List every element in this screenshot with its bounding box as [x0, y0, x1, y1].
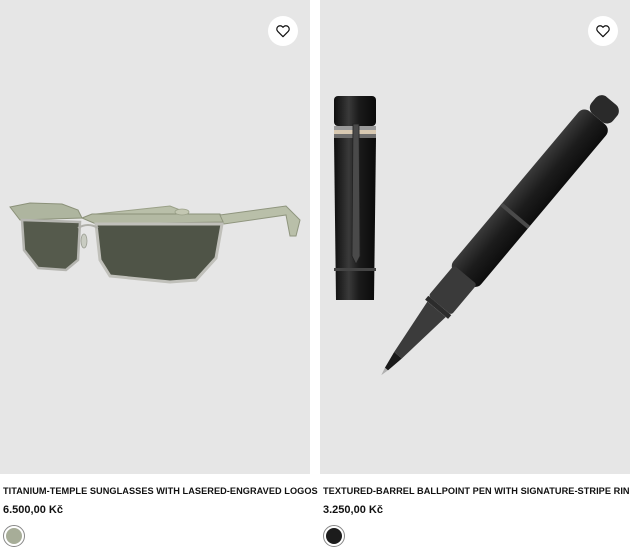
product-image-area[interactable]	[0, 0, 310, 474]
heart-icon	[596, 25, 610, 38]
product-price: 6.500,00 Kč	[3, 504, 63, 516]
product-image-area[interactable]	[320, 0, 630, 474]
product-grid: TITANIUM-TEMPLE SUNGLASSES WITH LASERED-…	[0, 0, 630, 560]
favorite-button[interactable]	[268, 16, 298, 46]
product-title[interactable]: TEXTURED-BARREL BALLPOINT PEN WITH SIGNA…	[323, 486, 630, 496]
heart-icon	[276, 25, 290, 38]
product-card[interactable]: TITANIUM-TEMPLE SUNGLASSES WITH LASERED-…	[0, 0, 318, 560]
sunglasses-image	[9, 202, 301, 284]
swatch-color	[326, 528, 342, 544]
product-price: 3.250,00 Kč	[323, 504, 383, 516]
pen-image	[334, 95, 619, 376]
product-title[interactable]: TITANIUM-TEMPLE SUNGLASSES WITH LASERED-…	[3, 486, 318, 496]
swatch-color	[6, 528, 22, 544]
favorite-button[interactable]	[588, 16, 618, 46]
product-card[interactable]: TEXTURED-BARREL BALLPOINT PEN WITH SIGNA…	[320, 0, 630, 560]
color-swatch[interactable]	[323, 525, 345, 547]
color-swatch[interactable]	[3, 525, 25, 547]
